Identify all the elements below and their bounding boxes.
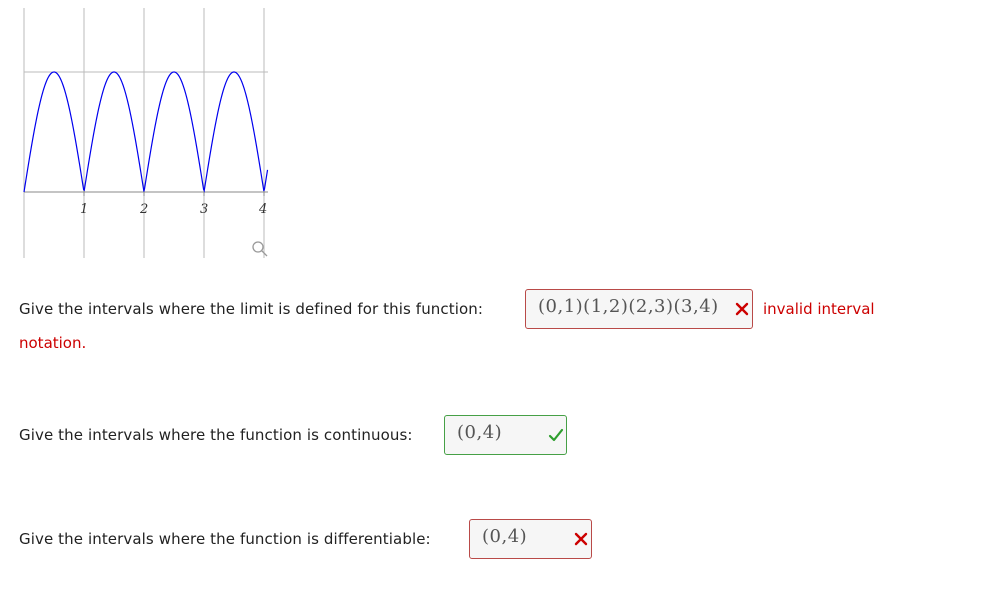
continuous-answer-value: (0,4) [457, 422, 503, 443]
function-graph: 1 2 3 4 [23, 8, 269, 258]
incorrect-x-icon [574, 532, 588, 546]
x-tick-label-2: 2 [139, 202, 148, 217]
incorrect-x-icon [735, 302, 749, 316]
question-limit-prompt: Give the intervals where the limit is de… [19, 300, 484, 318]
continuous-answer-field[interactable]: (0,4) [444, 415, 567, 455]
question-differentiable-prompt: Give the intervals where the function is… [19, 530, 431, 548]
question-continuous-prompt: Give the intervals where the function is… [19, 426, 413, 444]
x-tick-label-4: 4 [258, 202, 267, 217]
x-tick-label-1: 1 [80, 202, 88, 217]
problem-page: 1 2 3 4 Give the intervals where the lim… [0, 0, 995, 592]
limit-answer-field[interactable]: (0,1)(1,2)(2,3)(3,4) [525, 289, 753, 329]
correct-check-icon [548, 428, 564, 442]
limit-feedback-line2: notation. [19, 334, 87, 352]
function-curve [23, 71, 269, 193]
zoom-magnifier-icon[interactable] [252, 241, 268, 257]
limit-answer-value: (0,1)(1,2)(2,3)(3,4) [538, 296, 719, 317]
differentiable-answer-field[interactable]: (0,4) [469, 519, 592, 559]
graph-grid [23, 8, 268, 258]
differentiable-answer-value: (0,4) [482, 526, 528, 547]
x-tick-label-3: 3 [200, 202, 208, 217]
limit-feedback-line1: invalid interval [763, 300, 875, 318]
